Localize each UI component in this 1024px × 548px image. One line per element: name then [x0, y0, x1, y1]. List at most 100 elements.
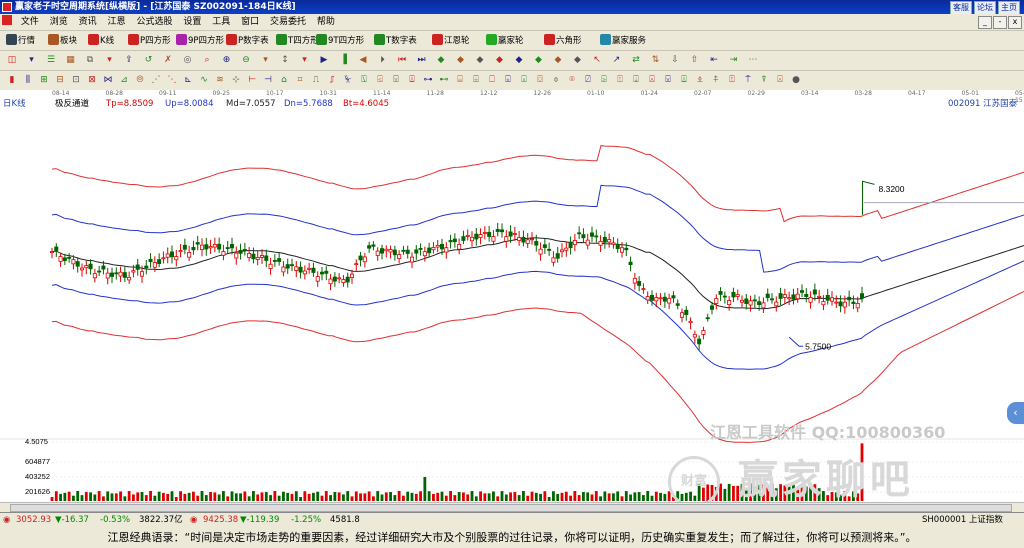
nav-tool-1-icon[interactable]: ◫ [6, 54, 18, 66]
draw-tool-47-icon[interactable]: ⍑ [742, 74, 754, 86]
draw-tool-25-icon[interactable]: ⍌ [390, 74, 402, 86]
draw-tool-43-icon[interactable]: ⍍ [678, 74, 690, 86]
menu-news[interactable]: 资讯 [75, 14, 101, 30]
draw-tool-48-icon[interactable]: ⍒ [758, 74, 770, 86]
minimize-button[interactable]: _ [978, 16, 992, 29]
draw-tool-1-icon[interactable]: ▮ [6, 74, 18, 86]
menu-trade[interactable]: 交易委托 [266, 14, 310, 30]
draw-tool-42-icon[interactable]: ⍌ [662, 74, 674, 86]
nav-tool-18-icon[interactable]: ▐ [338, 54, 350, 66]
draw-tool-27-icon[interactable]: ⊶ [422, 74, 434, 86]
menu-settings[interactable]: 设置 [179, 14, 205, 30]
draw-tool-28-icon[interactable]: ⊷ [438, 74, 450, 86]
toolbar-square-t-button[interactable]: T四方形 [276, 34, 319, 47]
draw-tool-13-icon[interactable]: ∿ [198, 74, 210, 86]
nav-tool-12-icon[interactable]: ⊕ [221, 54, 233, 66]
draw-tool-15-icon[interactable]: ⊹ [230, 74, 242, 86]
nav-tool-14-icon[interactable]: ▾ [260, 54, 272, 66]
nav-tool-17-icon[interactable]: ▶ [318, 54, 330, 66]
draw-tool-5-icon[interactable]: ⊡ [70, 74, 82, 86]
menu-help[interactable]: 帮助 [313, 14, 339, 30]
draw-tool-45-icon[interactable]: ⍏ [710, 74, 722, 86]
nav-tool-21-icon[interactable]: ⏮ [396, 54, 408, 66]
draw-tool-38-icon[interactable]: ⍄ [598, 74, 610, 86]
nav-tool-7-icon[interactable]: ⇪ [123, 54, 135, 66]
nav-tool-19-icon[interactable]: ◀ [357, 54, 369, 66]
nav-tool-15-icon[interactable]: ↕ [279, 54, 291, 66]
nav-tool-29-icon[interactable]: ◆ [552, 54, 564, 66]
menu-tools[interactable]: 工具 [208, 14, 234, 30]
nav-tool-39-icon[interactable]: ⋯ [747, 54, 759, 66]
draw-tool-6-icon[interactable]: ⊠ [86, 74, 98, 86]
draw-tool-35-icon[interactable]: ⌽ [550, 74, 562, 86]
draw-tool-18-icon[interactable]: ⌂ [278, 74, 290, 86]
draw-tool-19-icon[interactable]: ⌗ [294, 74, 306, 86]
nav-tool-13-icon[interactable]: ⊖ [240, 54, 252, 66]
draw-tool-3-icon[interactable]: ⊞ [38, 74, 50, 86]
draw-tool-17-icon[interactable]: ⊣ [262, 74, 274, 86]
draw-tool-41-icon[interactable]: ⍓ [646, 74, 658, 86]
menu-window[interactable]: 窗口 [237, 14, 263, 30]
menu-browse[interactable]: 浏览 [46, 14, 72, 30]
draw-tool-39-icon[interactable]: ⍐ [614, 74, 626, 86]
draw-tool-44-icon[interactable]: ⍎ [694, 74, 706, 86]
draw-tool-31-icon[interactable]: ⎕ [486, 74, 498, 86]
nav-tool-5-icon[interactable]: ⧉ [84, 54, 96, 66]
toolbar-square-9t-button[interactable]: 9T四方形 [316, 34, 364, 47]
nav-tool-36-icon[interactable]: ⇧ [689, 54, 701, 66]
toolbar-square-p-button[interactable]: P四方形 [128, 34, 171, 47]
nav-tool-34-icon[interactable]: ⇅ [650, 54, 662, 66]
draw-tool-49-icon[interactable]: ⍓ [774, 74, 786, 86]
nav-tool-33-icon[interactable]: ⇄ [630, 54, 642, 66]
nav-tool-38-icon[interactable]: ⇥ [728, 54, 740, 66]
draw-tool-20-icon[interactable]: ⎍ [310, 74, 322, 86]
draw-tool-34-icon[interactable]: ⌼ [534, 74, 546, 86]
nav-tool-37-icon[interactable]: ⇤ [708, 54, 720, 66]
scroll-thumb[interactable] [10, 504, 1012, 512]
nav-tool-23-icon[interactable]: ◆ [435, 54, 447, 66]
draw-tool-29-icon[interactable]: ⌸ [454, 74, 466, 86]
nav-tool-2-icon[interactable]: ▾ [26, 54, 38, 66]
toolbar-kline-button[interactable]: K线 [88, 34, 114, 47]
link-home[interactable]: 主页 [998, 1, 1020, 15]
draw-tool-24-icon[interactable]: ⍃ [374, 74, 386, 86]
side-scroll-left-icon[interactable]: ‹ [1007, 402, 1024, 424]
nav-tool-6-icon[interactable]: ▾ [104, 54, 116, 66]
menu-formula[interactable]: 公式选股 [132, 14, 176, 30]
draw-tool-11-icon[interactable]: ⋱ [166, 74, 178, 86]
nav-tool-26-icon[interactable]: ◆ [494, 54, 506, 66]
toolbar-wheel-button[interactable]: 江恩轮 [432, 34, 470, 47]
draw-tool-32-icon[interactable]: ⌺ [502, 74, 514, 86]
menu-gann[interactable]: 江恩 [104, 14, 130, 30]
draw-tool-2-icon[interactable]: ⫼ [22, 74, 34, 86]
draw-tool-4-icon[interactable]: ⊟ [54, 74, 66, 86]
toolbar-square-9p-button[interactable]: 9P四方形 [176, 34, 224, 47]
toolbar-service-button[interactable]: 赢家服务 [600, 34, 646, 47]
toolbar-table-p-button[interactable]: P数字表 [226, 34, 269, 47]
close-button[interactable]: x [1008, 16, 1022, 29]
horizontal-scrollbar[interactable] [0, 502, 1024, 512]
toolbar-table-t-button[interactable]: T数字表 [374, 34, 417, 47]
draw-tool-36-icon[interactable]: ⌾ [566, 74, 578, 86]
nav-tool-27-icon[interactable]: ◆ [513, 54, 525, 66]
nav-tool-9-icon[interactable]: ✗ [162, 54, 174, 66]
menu-file[interactable]: 文件 [17, 14, 43, 30]
toolbar-grid-button[interactable]: 行情 [6, 34, 35, 47]
nav-tool-30-icon[interactable]: ◆ [572, 54, 584, 66]
nav-tool-10-icon[interactable]: ◎ [182, 54, 194, 66]
nav-tool-20-icon[interactable]: ⏵ [377, 54, 389, 66]
toolbar-wheel2-button[interactable]: 赢家轮 [486, 34, 524, 47]
draw-tool-8-icon[interactable]: ⊿ [118, 74, 130, 86]
nav-tool-28-icon[interactable]: ◆ [533, 54, 545, 66]
draw-tool-37-icon[interactable]: ⍁ [582, 74, 594, 86]
draw-tool-14-icon[interactable]: ≋ [214, 74, 226, 86]
nav-tool-3-icon[interactable]: ☰ [45, 54, 57, 66]
toolbar-hexagon-button[interactable]: 六角形 [544, 34, 582, 47]
draw-tool-9-icon[interactable]: ⦾ [134, 74, 146, 86]
draw-tool-10-icon[interactable]: ⋰ [150, 74, 162, 86]
nav-tool-11-icon[interactable]: ⌕ [201, 54, 213, 66]
toolbar-blocks-button[interactable]: 板块 [48, 34, 77, 47]
nav-tool-32-icon[interactable]: ↗ [611, 54, 623, 66]
index-code[interactable]: SH000001 上证指数 [922, 513, 1003, 528]
draw-tool-50-icon[interactable]: ● [790, 74, 802, 86]
